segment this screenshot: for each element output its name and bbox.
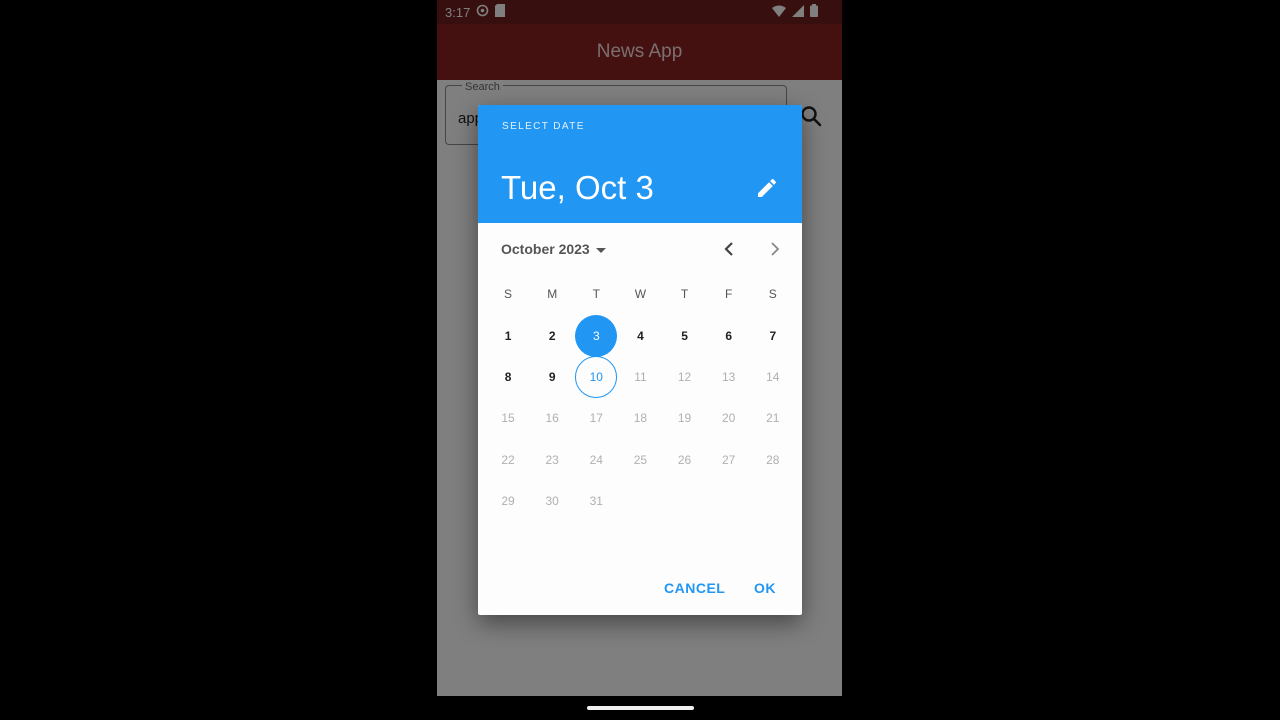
dropdown-arrow-icon (595, 241, 606, 257)
day-today[interactable]: 10 (574, 356, 618, 397)
weekday-label: S (768, 287, 777, 301)
next-month-button[interactable] (763, 237, 787, 261)
day-cell: 17 (574, 398, 618, 439)
day-cell[interactable]: 5 (663, 315, 707, 356)
edit-icon[interactable] (755, 176, 779, 200)
day-cell: 31 (574, 480, 618, 521)
ok-button[interactable]: OK (754, 580, 776, 596)
day-number: 30 (545, 493, 559, 508)
home-indicator[interactable] (587, 706, 694, 710)
day-number: 10 (589, 369, 603, 384)
day-cell: 18 (618, 398, 662, 439)
weekday-label: S (504, 287, 513, 301)
day-cell: 29 (486, 480, 530, 521)
day-cell[interactable]: 4 (618, 315, 662, 356)
day-cell: 27 (707, 439, 751, 480)
day-cell: 30 (530, 480, 574, 521)
help-text: SELECT DATE (502, 121, 585, 132)
day-cell: 20 (707, 398, 751, 439)
day-cell: 14 (751, 356, 795, 397)
day-number: 13 (722, 369, 736, 384)
day-cell: 25 (618, 439, 662, 480)
day-cell: 15 (486, 398, 530, 439)
day-cell: 13 (707, 356, 751, 397)
day-cell[interactable]: 9 (530, 356, 574, 397)
calendar-grid: 1 2 3 4 5 6 7 8 9 10 11 12 13 14 15 16 17 18 19 20 21 22 23 24 2… (486, 315, 796, 521)
day-number: 1 (504, 328, 512, 343)
day-number: 15 (501, 411, 515, 426)
month-label: October 2023 (501, 241, 590, 257)
day-number: 16 (545, 411, 559, 426)
dialog-actions: CANCEL OK (478, 575, 802, 605)
day-number: 5 (681, 328, 688, 343)
day-number: 28 (766, 452, 780, 467)
day-number: 27 (722, 452, 736, 467)
day-cell: 24 (574, 439, 618, 480)
day-number: 3 (592, 328, 600, 343)
weekday-label: W (634, 287, 647, 301)
month-year-button[interactable]: October 2023 (501, 235, 606, 263)
day-number: 22 (501, 452, 515, 467)
weekday-header: SMTWTFS (486, 287, 796, 303)
day-cell: 28 (751, 439, 795, 480)
weekday-label: T (592, 287, 600, 301)
day-number: 4 (637, 328, 644, 343)
day-cell: 11 (618, 356, 662, 397)
day-cell[interactable]: 7 (751, 315, 795, 356)
day-cell[interactable]: 6 (707, 315, 751, 356)
day-cell: 12 (663, 356, 707, 397)
day-number: 21 (766, 411, 780, 426)
day-number: 26 (677, 452, 692, 467)
previous-month-button[interactable] (717, 237, 741, 261)
weekday-label: F (725, 287, 733, 301)
day-cell[interactable]: 8 (486, 356, 530, 397)
chevron-left-icon (724, 242, 733, 256)
day-number: 24 (589, 452, 603, 467)
day-number: 11 (634, 369, 647, 384)
month-navigation: October 2023 (478, 235, 802, 263)
day-selected[interactable]: 3 (574, 315, 618, 356)
date-picker-header: SELECT DATE Tue, Oct 3 (478, 105, 802, 223)
day-number: 19 (677, 411, 692, 426)
day-number: 14 (766, 369, 780, 384)
day-number: 2 (548, 328, 556, 343)
day-number: 9 (548, 369, 556, 384)
day-cell[interactable]: 1 (486, 315, 530, 356)
day-number: 25 (633, 452, 648, 467)
day-cell[interactable]: 2 (530, 315, 574, 356)
day-cell: 26 (663, 439, 707, 480)
day-number: 18 (633, 411, 648, 426)
phone-screen: 3:17 News App Search app (437, 0, 842, 696)
day-number: 31 (589, 493, 603, 508)
day-number: 17 (589, 411, 603, 426)
date-picker-dialog: SELECT DATE Tue, Oct 3 October 2023 S M T W… (478, 105, 802, 615)
day-cell: 23 (530, 439, 574, 480)
day-cell: 19 (663, 398, 707, 439)
day-number: 12 (677, 369, 692, 384)
day-number: 8 (504, 369, 512, 384)
day-number: 6 (725, 328, 733, 343)
day-number: 23 (545, 452, 559, 467)
day-number: 29 (501, 493, 515, 508)
weekday-label: M (547, 287, 558, 301)
day-cell: 16 (530, 398, 574, 439)
chevron-right-icon (771, 242, 780, 256)
selected-date-title: Tue, Oct 3 (501, 169, 654, 206)
day-cell: 22 (486, 439, 530, 480)
day-number: 7 (769, 328, 777, 343)
cancel-button[interactable]: CANCEL (664, 580, 725, 596)
weekday-label: T (680, 287, 689, 301)
day-number: 20 (722, 411, 736, 426)
day-cell: 21 (751, 398, 795, 439)
